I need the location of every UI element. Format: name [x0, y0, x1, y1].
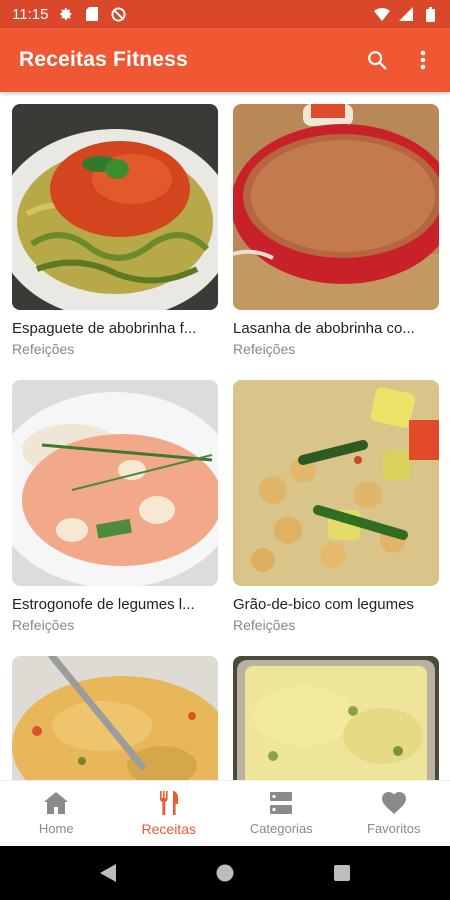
back-icon[interactable] — [93, 858, 123, 888]
nav-favoritos-label: Favoritos — [367, 821, 421, 836]
bottom-navigation: Home Receitas Categorias Favoritos — [0, 780, 450, 846]
recipe-category: Refeições — [233, 341, 296, 357]
nav-home[interactable]: Home — [0, 781, 113, 846]
recipe-image — [233, 104, 439, 310]
more-vert-icon[interactable] — [410, 47, 436, 73]
recipe-image — [12, 104, 218, 310]
categories-icon — [268, 791, 294, 815]
recipe-card[interactable]: Grão-de-bico com legumes Refeições — [233, 380, 439, 656]
recipe-image — [233, 380, 439, 586]
recipe-title: Estrogonofe de legumes l... — [12, 596, 195, 613]
recipe-card[interactable] — [12, 656, 218, 780]
nav-receitas[interactable]: Receitas — [113, 781, 226, 846]
wifi-icon — [374, 6, 390, 22]
sim-card-icon — [84, 6, 100, 22]
recipe-image — [12, 656, 218, 780]
nav-favoritos[interactable]: Favoritos — [338, 781, 450, 846]
app-bar: Receitas Fitness — [0, 28, 450, 92]
no-disturb-icon — [110, 6, 126, 22]
recipe-category: Refeições — [12, 617, 75, 633]
recipe-card[interactable]: Espaguete de abobrinha f... Refeições — [12, 104, 218, 380]
home-icon — [43, 791, 69, 815]
gear-icon — [58, 6, 74, 22]
home-circle-icon[interactable] — [210, 858, 240, 888]
recipe-title: Espaguete de abobrinha f... — [12, 320, 197, 337]
recipe-card[interactable]: Estrogonofe de legumes l... Refeições — [12, 380, 218, 656]
nav-categorias[interactable]: Categorias — [225, 781, 338, 846]
heart-icon — [381, 791, 407, 815]
nav-home-label: Home — [38, 821, 74, 836]
recents-icon[interactable] — [327, 858, 357, 888]
app-title: Receitas Fitness — [19, 48, 188, 71]
nav-receitas-label: Receitas — [141, 820, 196, 837]
recipe-card[interactable] — [233, 656, 439, 780]
recipe-list[interactable]: Espaguete de abobrinha f... Refeições La… — [0, 92, 450, 780]
recipe-title: Lasanha de abobrinha co... — [233, 320, 415, 337]
recipe-image — [12, 380, 218, 586]
recipe-image — [233, 656, 439, 780]
nav-categorias-label: Categorias — [249, 821, 313, 836]
recipe-title: Grão-de-bico com legumes — [233, 596, 414, 613]
system-navigation-bar — [0, 846, 450, 900]
battery-icon — [422, 6, 438, 22]
signal-icon — [398, 6, 414, 22]
status-time: 11:15 — [12, 5, 49, 23]
fork-knife-icon — [156, 790, 182, 815]
recipe-category: Refeições — [12, 341, 75, 357]
search-icon[interactable] — [364, 47, 390, 73]
recipe-category: Refeições — [233, 617, 296, 633]
status-bar: 11:15 — [0, 0, 450, 28]
recipe-card[interactable]: Lasanha de abobrinha co... Refeições — [233, 104, 439, 380]
